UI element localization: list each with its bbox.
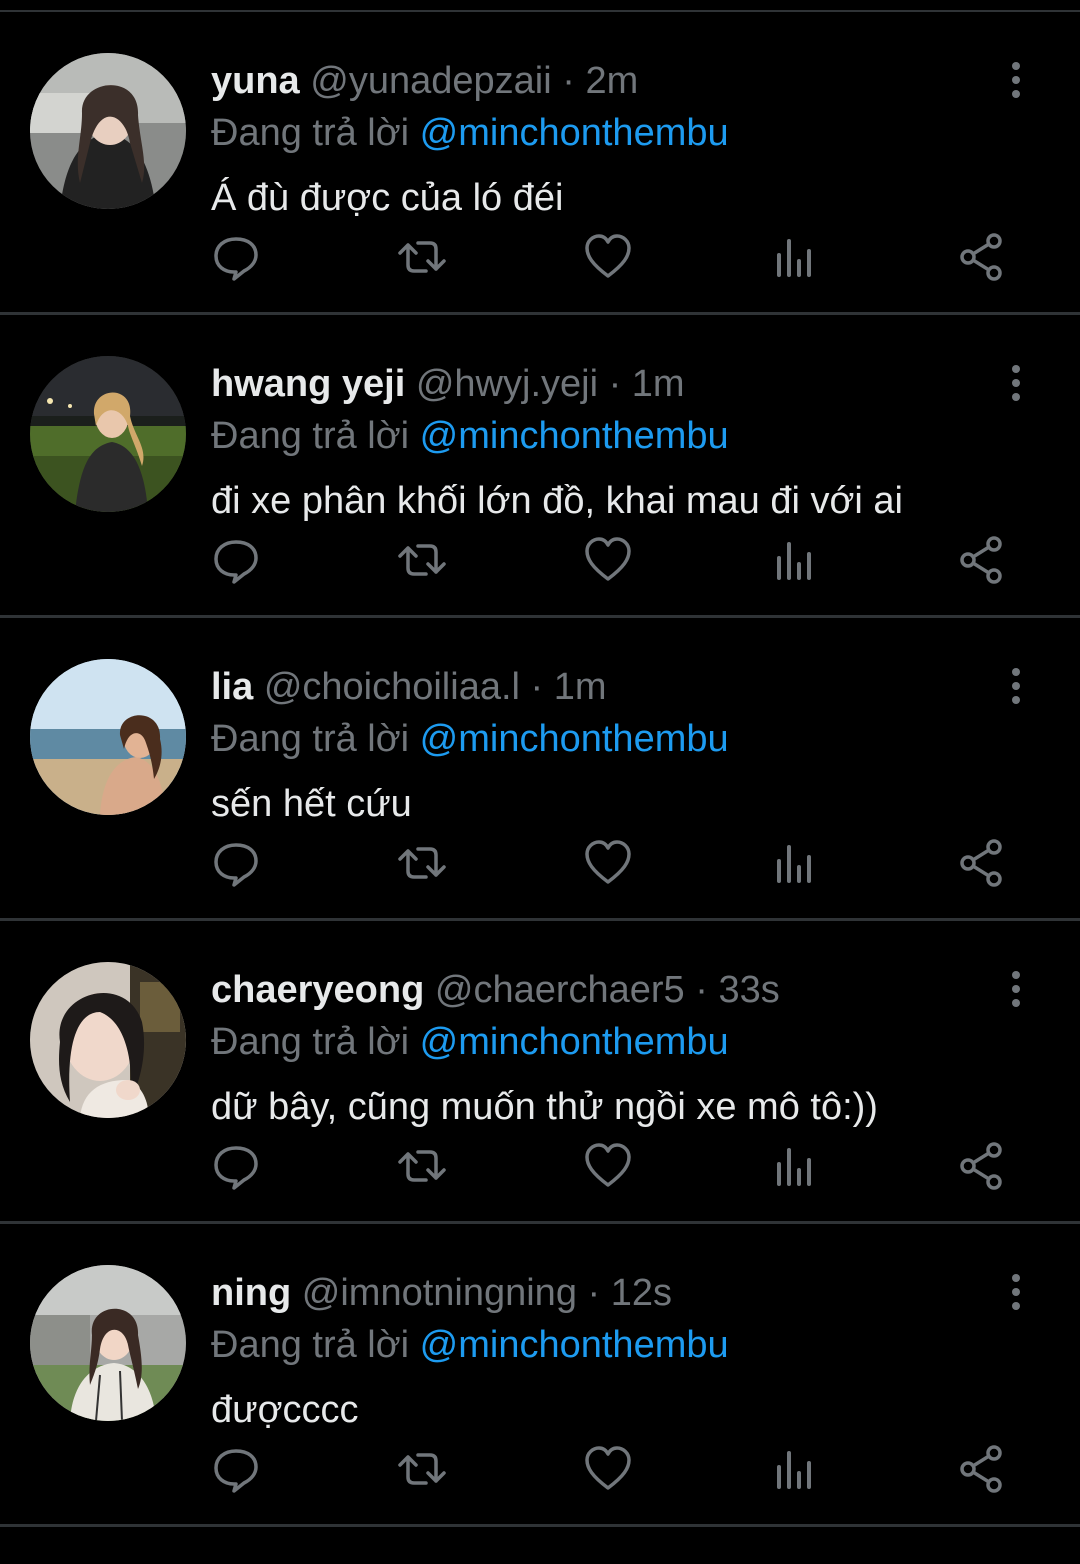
display-name[interactable]: yuna (211, 60, 300, 102)
display-name[interactable]: hwang yeji (211, 363, 405, 405)
display-name[interactable]: lia (211, 666, 253, 708)
retweet-icon[interactable] (396, 837, 448, 889)
separator-dot: · (587, 1272, 601, 1314)
share-icon[interactable] (956, 1443, 1008, 1495)
user-handle[interactable]: @yunadepzaii (310, 60, 551, 102)
replying-to: Đang trả lời @minchonthembu (211, 1322, 729, 1368)
more-icon[interactable] (996, 666, 1036, 706)
tweet-header: yuna @yunadepzaii · 2m (211, 58, 638, 104)
share-icon[interactable] (956, 1140, 1008, 1192)
replying-to-label: Đang trả lời (211, 112, 410, 154)
timestamp[interactable]: 12s (611, 1272, 672, 1314)
timestamp[interactable]: 1m (632, 363, 685, 405)
replying-to: Đang trả lời @minchonthembu (211, 1019, 729, 1065)
mention-link[interactable]: @minchonthembu (420, 415, 729, 457)
replying-to-label: Đang trả lời (211, 1021, 410, 1063)
separator-dot: · (695, 969, 708, 1011)
views-icon[interactable] (769, 1140, 821, 1192)
separator-dot: · (530, 666, 544, 708)
timestamp[interactable]: 1m (554, 666, 607, 708)
avatar[interactable] (30, 53, 186, 209)
tweet-header: chaeryeong @chaerchaer5 · 33s (211, 967, 780, 1013)
separator-dot: · (608, 363, 622, 405)
replying-to-label: Đang trả lời (211, 1324, 410, 1366)
more-icon[interactable] (996, 60, 1036, 100)
action-bar (0, 536, 1080, 612)
tweet-text: đi xe phân khối lớn đồ, khai mau đi với … (211, 480, 903, 522)
retweet-icon[interactable] (396, 1140, 448, 1192)
views-icon[interactable] (769, 1443, 821, 1495)
display-name[interactable]: chaeryeong (211, 969, 424, 1011)
retweet-icon[interactable] (396, 231, 448, 283)
views-icon[interactable] (769, 534, 821, 586)
timestamp[interactable]: 2m (585, 60, 638, 102)
tweet[interactable]: chaeryeong @chaerchaer5 · 33s Đang trả l… (0, 921, 1080, 1224)
mention-link[interactable]: @minchonthembu (420, 1021, 729, 1063)
action-bar (0, 1142, 1080, 1218)
share-icon[interactable] (956, 534, 1008, 586)
user-handle[interactable]: @chaerchaer5 (435, 969, 685, 1011)
share-icon[interactable] (956, 837, 1008, 889)
reply-icon[interactable] (210, 1140, 262, 1192)
replying-to: Đang trả lời @minchonthembu (211, 716, 729, 762)
heart-icon[interactable] (582, 837, 634, 889)
tweet[interactable]: hwang yeji @hwyj.yeji · 1m Đang trả lời … (0, 315, 1080, 618)
avatar[interactable] (30, 659, 186, 815)
avatar[interactable] (30, 356, 186, 512)
reply-feed: yuna @yunadepzaii · 2m Đang trả lời @min… (0, 12, 1080, 1527)
avatar[interactable] (30, 962, 186, 1118)
tweet-header: lia @choichoiliaa.l · 1m (211, 664, 607, 710)
more-icon[interactable] (996, 1272, 1036, 1312)
user-handle[interactable]: @hwyj.yeji (416, 363, 598, 405)
mention-link[interactable]: @minchonthembu (420, 1324, 729, 1366)
replying-to-label: Đang trả lời (211, 718, 410, 760)
share-icon[interactable] (956, 231, 1008, 283)
reply-icon[interactable] (210, 534, 262, 586)
display-name[interactable]: ning (211, 1272, 291, 1314)
views-icon[interactable] (769, 837, 821, 889)
user-handle[interactable]: @imnotningning (302, 1272, 577, 1314)
tweet[interactable]: yuna @yunadepzaii · 2m Đang trả lời @min… (0, 12, 1080, 315)
timestamp[interactable]: 33s (718, 969, 779, 1011)
user-handle[interactable]: @choichoiliaa.l (264, 666, 520, 708)
retweet-icon[interactable] (396, 1443, 448, 1495)
tweet[interactable]: lia @choichoiliaa.l · 1m Đang trả lời @m… (0, 618, 1080, 921)
reply-icon[interactable] (210, 231, 262, 283)
tweet-text: sến hết cứu (211, 783, 412, 825)
more-icon[interactable] (996, 969, 1036, 1009)
tweet-text: dữ bây, cũng muốn thử ngồi xe mô tô:)) (211, 1086, 878, 1128)
reply-icon[interactable] (210, 837, 262, 889)
views-icon[interactable] (769, 231, 821, 283)
action-bar (0, 839, 1080, 915)
replying-to: Đang trả lời @minchonthembu (211, 110, 729, 156)
heart-icon[interactable] (582, 1443, 634, 1495)
reply-icon[interactable] (210, 1443, 262, 1495)
replying-to-label: Đang trả lời (211, 415, 410, 457)
avatar[interactable] (30, 1265, 186, 1421)
heart-icon[interactable] (582, 1140, 634, 1192)
action-bar (0, 233, 1080, 309)
tweet-text: Á đù được của ló đéi (211, 177, 564, 219)
mention-link[interactable]: @minchonthembu (420, 718, 729, 760)
heart-icon[interactable] (582, 231, 634, 283)
replying-to: Đang trả lời @minchonthembu (211, 413, 729, 459)
separator-dot: · (562, 60, 575, 102)
mention-link[interactable]: @minchonthembu (420, 112, 729, 154)
tweet-header: hwang yeji @hwyj.yeji · 1m (211, 361, 685, 407)
top-divider (0, 0, 1080, 12)
tweet-header: ning @imnotningning · 12s (211, 1270, 672, 1316)
heart-icon[interactable] (582, 534, 634, 586)
action-bar (0, 1445, 1080, 1521)
tweet[interactable]: ning @imnotningning · 12s Đang trả lời @… (0, 1224, 1080, 1527)
tweet-text: đượcccc (211, 1389, 359, 1431)
more-icon[interactable] (996, 363, 1036, 403)
retweet-icon[interactable] (396, 534, 448, 586)
